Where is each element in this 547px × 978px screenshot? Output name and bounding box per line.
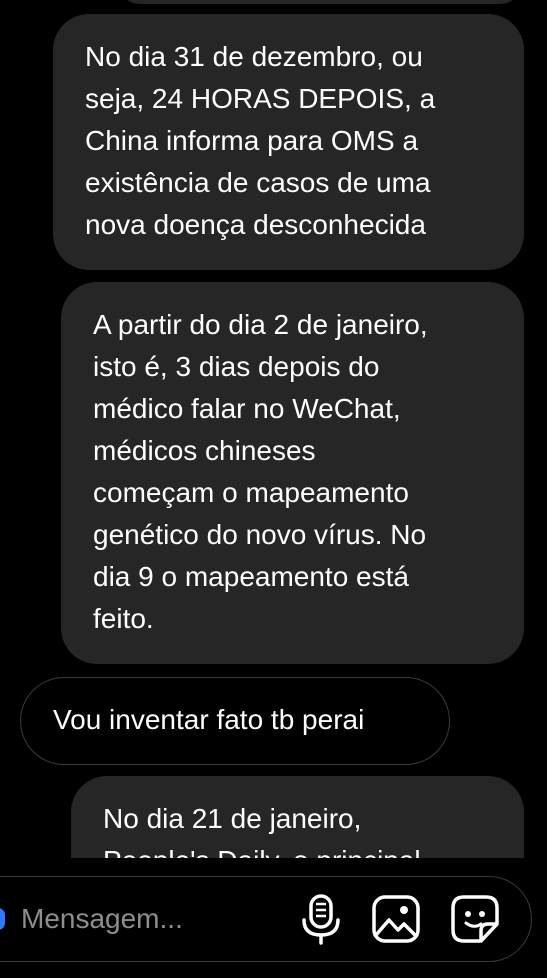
message-bubble-received[interactable]: Vou inventar fato tb perai (20, 677, 450, 765)
message-bubble-sent[interactable]: A partir do dia 2 de janeiro, isto é, 3 … (61, 282, 524, 664)
gallery-icon[interactable] (371, 893, 421, 945)
message-input[interactable]: Mensagem... (21, 900, 183, 938)
microphone-icon[interactable] (296, 893, 346, 945)
previous-message-fragment (118, 0, 522, 4)
message-bubble-sent[interactable]: No dia 31 de dezembro, ou seja, 24 HORAS… (53, 14, 524, 270)
chat-screen: No dia 31 de dezembro, ou seja, 24 HORAS… (0, 0, 547, 978)
message-bubble-sent[interactable]: No dia 21 de janeiro, People's Daily, o … (71, 776, 524, 858)
sticker-icon[interactable] (450, 893, 500, 945)
message-list[interactable]: No dia 31 de dezembro, ou seja, 24 HORAS… (0, 0, 547, 858)
